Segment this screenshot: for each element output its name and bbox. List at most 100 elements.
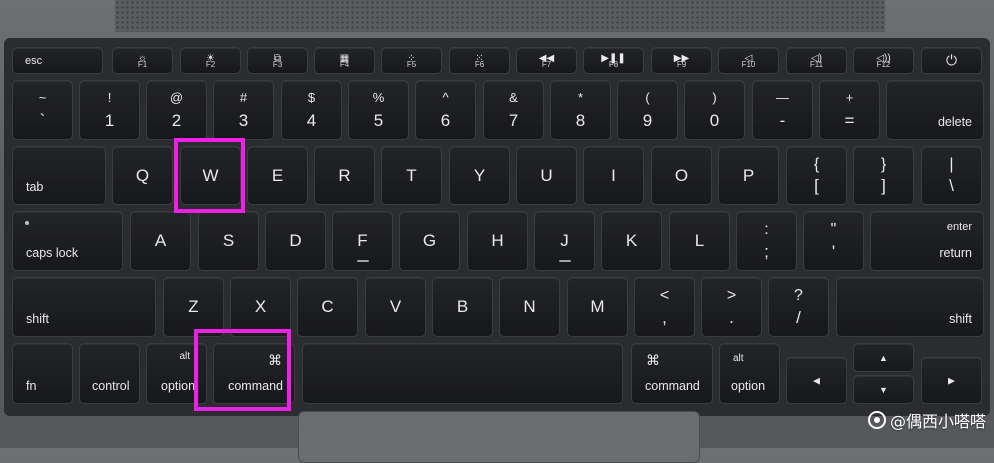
key-left-command[interactable]: ⌘ command bbox=[213, 343, 295, 404]
key-right-option[interactable]: alt option bbox=[719, 343, 780, 404]
key-minus-shift-char: — bbox=[776, 90, 789, 105]
key-m[interactable]: M bbox=[567, 277, 628, 337]
key-lbracket[interactable]: {[ bbox=[786, 146, 847, 205]
key-b[interactable]: B bbox=[432, 277, 493, 337]
key-comma[interactable]: <, bbox=[634, 277, 695, 337]
key-5-shift-char: % bbox=[372, 90, 385, 105]
key-space[interactable] bbox=[302, 343, 623, 404]
key-f1-label: F1 bbox=[137, 60, 148, 69]
key-tab[interactable]: tab bbox=[12, 146, 106, 205]
key-6-shift-char: ^ bbox=[442, 90, 449, 105]
key-f4[interactable]: ▦ F4 bbox=[314, 47, 375, 74]
key-e[interactable]: E bbox=[247, 146, 308, 205]
key-g[interactable]: G bbox=[399, 211, 460, 271]
key-x[interactable]: X bbox=[230, 277, 291, 337]
key-f7[interactable]: ◀◀ F7 bbox=[516, 47, 577, 74]
key-j[interactable]: J bbox=[534, 211, 595, 271]
key-p[interactable]: P bbox=[718, 146, 779, 205]
key-s[interactable]: S bbox=[198, 211, 259, 271]
key-h[interactable]: H bbox=[467, 211, 528, 271]
key-l[interactable]: L bbox=[669, 211, 730, 271]
watermark-logo-icon bbox=[867, 411, 886, 429]
trackpad[interactable] bbox=[298, 411, 700, 463]
caps-lock-indicator bbox=[25, 221, 29, 225]
key-f10[interactable]: ◁ F10 bbox=[718, 47, 779, 74]
key-c[interactable]: C bbox=[297, 277, 358, 337]
key-a[interactable]: A bbox=[130, 211, 191, 271]
key-7[interactable]: & 7 bbox=[483, 80, 544, 140]
key-k-label: K bbox=[625, 231, 638, 250]
key-5[interactable]: % 5 bbox=[348, 80, 409, 140]
key-right-command-label: command bbox=[645, 379, 700, 393]
key-backslash[interactable]: | \ bbox=[921, 146, 982, 205]
key-f8[interactable]: ▶❚❚ F8 bbox=[583, 47, 644, 74]
key-right-command[interactable]: ⌘ command bbox=[631, 343, 713, 404]
key-left-command-label: command bbox=[228, 379, 283, 393]
key-1[interactable]: ! 1 bbox=[79, 80, 140, 140]
key-n[interactable]: N bbox=[499, 277, 560, 337]
key-4[interactable]: $4 bbox=[281, 80, 342, 140]
key-v[interactable]: V bbox=[365, 277, 426, 337]
key-6[interactable]: ^ 6 bbox=[415, 80, 476, 140]
key-f9[interactable]: ▶▶ F9 bbox=[651, 47, 712, 74]
key-z[interactable]: Z bbox=[163, 277, 224, 337]
key-f11[interactable]: ◁) F11 bbox=[786, 47, 847, 74]
key-equals-shift-char: + bbox=[845, 90, 854, 105]
key-power[interactable]: ⏻ bbox=[921, 47, 982, 74]
key-quote[interactable]: " ' bbox=[803, 211, 864, 271]
key-arrow-right[interactable]: ▶ bbox=[921, 357, 982, 404]
key-f[interactable]: F bbox=[332, 211, 393, 271]
key-left-option-label: option bbox=[161, 379, 196, 393]
key-f1[interactable]: ☼ F1 bbox=[112, 47, 173, 74]
key-backtick[interactable]: ~ ` bbox=[12, 80, 73, 140]
key-period-shift-char: > bbox=[726, 287, 737, 304]
key-y[interactable]: Y bbox=[449, 146, 510, 205]
key-f12[interactable]: ◁)) F12 bbox=[853, 47, 914, 74]
key-arrow-up[interactable]: ▲ bbox=[853, 343, 914, 372]
key-2[interactable]: @2 bbox=[146, 80, 207, 140]
key-9[interactable]: (9 bbox=[617, 80, 678, 140]
key-u-label: U bbox=[540, 166, 553, 185]
key-f12-label: F12 bbox=[876, 60, 891, 69]
key-2-char: 2 bbox=[171, 111, 182, 130]
key-8[interactable]: * 8 bbox=[550, 80, 611, 140]
key-equals[interactable]: + = bbox=[819, 80, 880, 140]
key-f2[interactable]: ☀ F2 bbox=[180, 47, 241, 74]
key-fn[interactable]: fn bbox=[12, 343, 73, 404]
key-arrow-down[interactable]: ▼ bbox=[853, 375, 914, 404]
key-o[interactable]: O bbox=[651, 146, 712, 205]
power-icon: ⏻ bbox=[945, 52, 958, 68]
key-i[interactable]: I bbox=[583, 146, 644, 205]
key-slash[interactable]: ? / bbox=[768, 277, 829, 337]
key-minus[interactable]: — - bbox=[752, 80, 813, 140]
key-comma-char: , bbox=[662, 308, 667, 327]
key-right-shift-label: shift bbox=[949, 312, 972, 326]
key-t[interactable]: T bbox=[381, 146, 442, 205]
key-w[interactable]: W bbox=[180, 146, 241, 205]
key-q[interactable]: Q bbox=[112, 146, 173, 205]
key-0[interactable]: ) 0 bbox=[684, 80, 745, 140]
key-control[interactable]: control bbox=[79, 343, 140, 404]
key-right-shift[interactable]: shift bbox=[836, 277, 984, 337]
key-r[interactable]: R bbox=[314, 146, 375, 205]
key-period[interactable]: >. bbox=[701, 277, 762, 337]
key-f6[interactable]: ⁙ F6 bbox=[449, 47, 510, 74]
key-u[interactable]: U bbox=[516, 146, 577, 205]
key-rbracket[interactable]: }] bbox=[853, 146, 914, 205]
key-1-shift-char: ! bbox=[107, 90, 112, 105]
key-k[interactable]: K bbox=[601, 211, 662, 271]
key-delete[interactable]: delete bbox=[886, 80, 984, 140]
key-semicolon[interactable]: :; bbox=[736, 211, 797, 271]
key-f5[interactable]: ⁘ F5 bbox=[381, 47, 442, 74]
key-f3[interactable]: ⧉ F3 bbox=[247, 47, 308, 74]
key-left-shift[interactable]: shift bbox=[12, 277, 156, 337]
key-period-char: . bbox=[729, 308, 734, 327]
key-arrow-left[interactable]: ◀ bbox=[786, 357, 847, 404]
key-left-option[interactable]: alt option bbox=[146, 343, 207, 404]
key-esc[interactable]: esc bbox=[12, 47, 103, 74]
key-0-shift-char: ) bbox=[712, 90, 717, 105]
key-3[interactable]: #3 bbox=[213, 80, 274, 140]
key-capslock[interactable]: caps lock bbox=[12, 211, 123, 271]
key-d[interactable]: D bbox=[265, 211, 326, 271]
key-return[interactable]: enter return bbox=[870, 211, 984, 271]
